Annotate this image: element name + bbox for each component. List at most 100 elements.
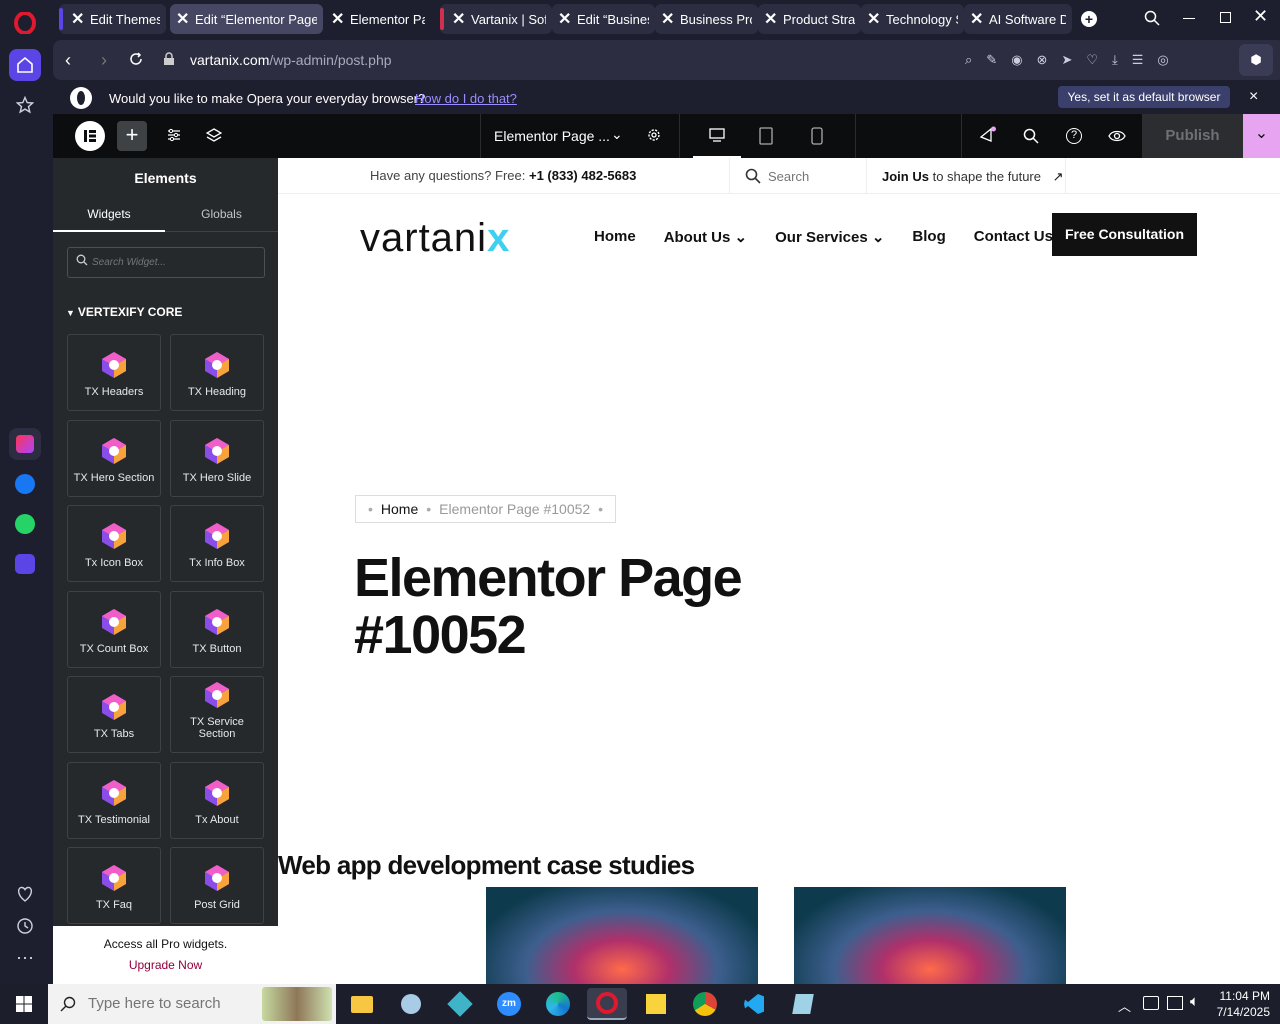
free-consultation-button[interactable]: Free Consultation bbox=[1052, 213, 1197, 256]
paint-icon[interactable] bbox=[391, 988, 431, 1020]
settings-sliders-icon[interactable] bbox=[166, 127, 182, 146]
widget-tile[interactable]: TX Service Section bbox=[170, 676, 264, 753]
tab-item[interactable]: ✕ Edit Themes ‹ bbox=[59, 4, 166, 34]
publish-options-chevron-icon[interactable]: ⌄ bbox=[1243, 114, 1280, 158]
help-icon[interactable]: ? bbox=[1066, 128, 1082, 144]
tab-item[interactable]: ✕ Technology St bbox=[861, 4, 964, 34]
nav-contact[interactable]: Contact Us bbox=[974, 228, 1053, 246]
widget-tile[interactable]: TX Hero Slide bbox=[170, 419, 264, 497]
zoom-app-icon[interactable]: zm bbox=[489, 988, 529, 1020]
vscode-icon[interactable] bbox=[734, 988, 774, 1020]
widget-tile[interactable]: TX Hero Section bbox=[67, 419, 161, 497]
set-default-button[interactable]: Yes, set it as default browser bbox=[1058, 86, 1230, 108]
heart-bookmark-icon[interactable]: ♡ bbox=[1086, 52, 1098, 68]
publish-button[interactable]: Publish bbox=[1142, 114, 1243, 158]
opera-logo-icon[interactable] bbox=[9, 7, 41, 39]
profile-icon[interactable]: ◎ bbox=[1157, 52, 1168, 68]
tab-item-active[interactable]: ✕ Edit “Elementor Page # bbox=[170, 4, 323, 34]
chevron-down-icon[interactable]: ⌄ bbox=[611, 126, 623, 143]
page-title[interactable]: Elementor Page ... bbox=[494, 128, 610, 144]
star-icon[interactable] bbox=[9, 89, 41, 121]
network-icon[interactable] bbox=[1167, 996, 1183, 1010]
desktop-view-icon[interactable] bbox=[693, 114, 741, 158]
windows-start-icon[interactable] bbox=[4, 988, 44, 1020]
file-explorer-icon[interactable] bbox=[342, 988, 382, 1020]
clock[interactable]: 11:04 PM 7/14/2025 bbox=[1214, 988, 1270, 1020]
nav-home[interactable]: Home bbox=[594, 228, 636, 246]
preview-eye-icon[interactable] bbox=[1108, 129, 1126, 146]
sticky-notes-icon[interactable] bbox=[636, 988, 676, 1020]
upgrade-now-link[interactable]: Upgrade Now bbox=[53, 958, 278, 972]
edit-icon[interactable]: ✎ bbox=[986, 52, 997, 68]
more-icon[interactable]: ⋯ bbox=[9, 942, 41, 974]
whatsapp-icon[interactable] bbox=[9, 508, 41, 540]
widget-search-input[interactable] bbox=[92, 253, 252, 271]
widget-tile[interactable]: TX Faq bbox=[67, 847, 161, 924]
widget-tile[interactable]: TX Button bbox=[170, 590, 264, 668]
tab-globals[interactable]: Globals bbox=[165, 198, 278, 232]
new-tab-icon[interactable]: + bbox=[1081, 11, 1097, 27]
history-icon[interactable] bbox=[9, 910, 41, 942]
tablet-view-icon[interactable] bbox=[759, 127, 773, 148]
music-player-icon[interactable] bbox=[9, 548, 41, 580]
category-header[interactable]: ▼ VERTEXIFY CORE bbox=[66, 305, 182, 319]
case-study-image[interactable] bbox=[486, 887, 758, 984]
site-logo[interactable]: vartanix bbox=[360, 216, 510, 261]
widget-tile[interactable]: Post Grid bbox=[170, 847, 264, 924]
download-icon[interactable]: ⤓ bbox=[1112, 52, 1118, 68]
chrome-icon[interactable] bbox=[685, 988, 725, 1020]
tray-chevron-up-icon[interactable]: ︿ bbox=[1118, 996, 1131, 1015]
banner-help-link[interactable]: How do I do that? bbox=[415, 91, 517, 106]
minimize-icon[interactable] bbox=[1183, 18, 1195, 19]
forward-icon[interactable]: › bbox=[101, 50, 107, 71]
site-search-input[interactable] bbox=[768, 169, 858, 184]
site-search-icon[interactable] bbox=[745, 168, 761, 187]
page-settings-icon[interactable] bbox=[646, 127, 662, 146]
zoom-icon[interactable]: ⌕ bbox=[965, 52, 972, 68]
opera-taskbar-icon[interactable] bbox=[587, 988, 627, 1020]
send-icon[interactable]: ➤ bbox=[1061, 52, 1072, 68]
messenger-icon[interactable] bbox=[9, 468, 41, 500]
join-us-link[interactable]: Join Us to shape the future ↗ bbox=[868, 158, 1066, 194]
camera-icon[interactable]: ◉ bbox=[1011, 52, 1022, 68]
volume-icon[interactable]: 🔈︎ bbox=[1190, 993, 1199, 1010]
tab-item[interactable]: ✕ AI Software D bbox=[964, 4, 1072, 34]
add-element-icon[interactable]: + bbox=[117, 121, 147, 151]
aria-icon[interactable] bbox=[9, 428, 41, 460]
taskbar-search-input[interactable] bbox=[88, 995, 248, 1012]
nav-blog[interactable]: Blog bbox=[912, 228, 945, 246]
widget-tile[interactable]: TX Headers bbox=[67, 334, 161, 411]
extensions-icon[interactable]: ⬢ bbox=[1239, 44, 1273, 76]
nav-services[interactable]: Our Services ⌄ bbox=[775, 228, 884, 246]
app-icon[interactable] bbox=[440, 988, 480, 1020]
widget-tile[interactable]: TX Tabs bbox=[67, 676, 161, 753]
reload-icon[interactable] bbox=[129, 52, 143, 69]
mobile-view-icon[interactable] bbox=[811, 127, 823, 148]
tab-search-icon[interactable] bbox=[1144, 10, 1160, 29]
home-icon[interactable] bbox=[9, 49, 41, 81]
breadcrumb-home[interactable]: Home bbox=[381, 501, 418, 517]
url-text[interactable]: vartanix.com/wp-admin/post.php bbox=[190, 52, 392, 68]
tab-item[interactable]: ✕ Vartanix | Soft bbox=[440, 4, 552, 34]
widget-tile[interactable]: Tx Info Box bbox=[170, 505, 264, 582]
restore-icon[interactable] bbox=[1220, 12, 1231, 23]
heart-icon[interactable] bbox=[9, 878, 41, 910]
meet-now-icon[interactable] bbox=[1143, 996, 1159, 1010]
close-window-icon[interactable]: ✕ bbox=[1253, 6, 1268, 27]
menu-icon[interactable]: ☰ bbox=[1132, 52, 1144, 68]
tab-item[interactable]: ✕ Business Proc bbox=[655, 4, 758, 34]
notepad-icon[interactable] bbox=[783, 988, 823, 1020]
block-icon[interactable]: ⊗ bbox=[1037, 52, 1048, 68]
tab-item[interactable]: ✕ Edit “Business bbox=[552, 4, 655, 34]
tab-item[interactable]: ✕ Elementor Pag bbox=[325, 4, 431, 34]
case-study-image[interactable] bbox=[794, 887, 1066, 984]
back-icon[interactable]: ‹ bbox=[65, 50, 71, 71]
lock-icon[interactable] bbox=[163, 52, 175, 69]
elementor-logo-icon[interactable] bbox=[75, 121, 105, 151]
notifications-icon[interactable] bbox=[979, 126, 997, 147]
edge-icon[interactable] bbox=[538, 988, 578, 1020]
nav-about[interactable]: About Us ⌄ bbox=[664, 228, 747, 246]
widget-tile[interactable]: Tx About bbox=[170, 761, 264, 839]
widget-tile[interactable]: TX Count Box bbox=[67, 590, 161, 668]
tab-widgets[interactable]: Widgets bbox=[53, 198, 165, 232]
